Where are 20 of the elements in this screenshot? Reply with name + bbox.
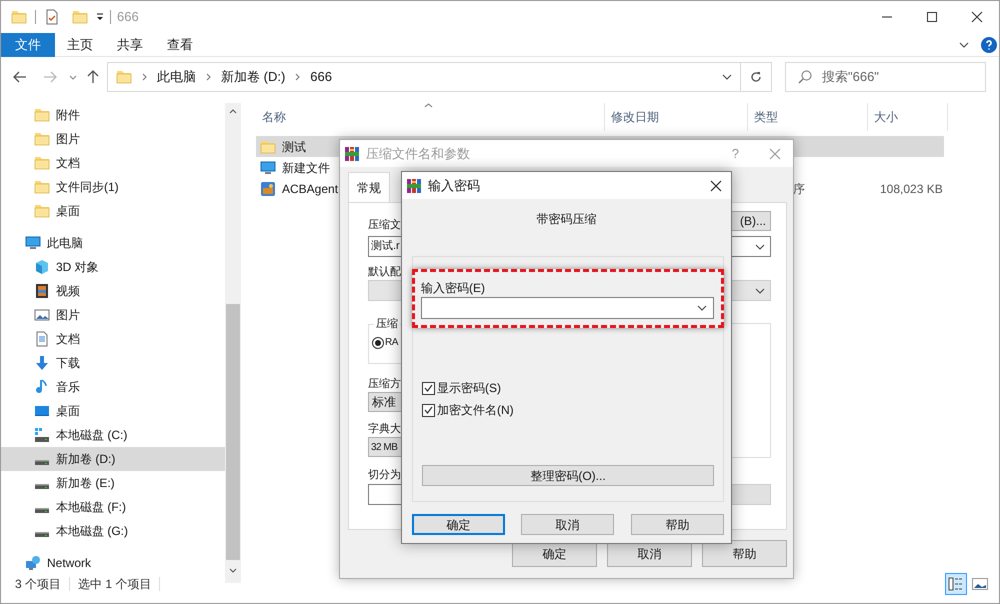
status-text: 3 个项目 <box>15 576 62 593</box>
field-label: 压缩方 <box>368 376 401 392</box>
field-label: 压缩文 <box>368 218 401 233</box>
file-name: ACBAgent <box>282 180 338 198</box>
checkbox-label: 显示密码(S) <box>437 380 501 397</box>
dialog-heading: 带密码压缩 <box>536 211 598 228</box>
dialog-title: 压缩文件名和参数 <box>366 144 470 163</box>
field-label: 输入密码(E) <box>421 280 485 297</box>
dialog-title: 输入密码 <box>428 176 480 195</box>
checkbox-label: 加密文件名(N) <box>437 402 514 419</box>
window-title: 666 <box>117 8 139 26</box>
radio-label: RA <box>385 336 398 350</box>
file-type: 序 <box>793 182 805 196</box>
file-size: 108,023 KB <box>880 182 943 196</box>
file-name: 测试 <box>282 138 306 156</box>
field-label: 默认配 <box>368 265 401 280</box>
field-label: 切分为 <box>368 468 401 483</box>
file-name: 新建文件 <box>282 160 330 176</box>
status-text: 选中 1 个项目 <box>78 576 152 593</box>
field-label: 字典大 <box>368 422 401 437</box>
